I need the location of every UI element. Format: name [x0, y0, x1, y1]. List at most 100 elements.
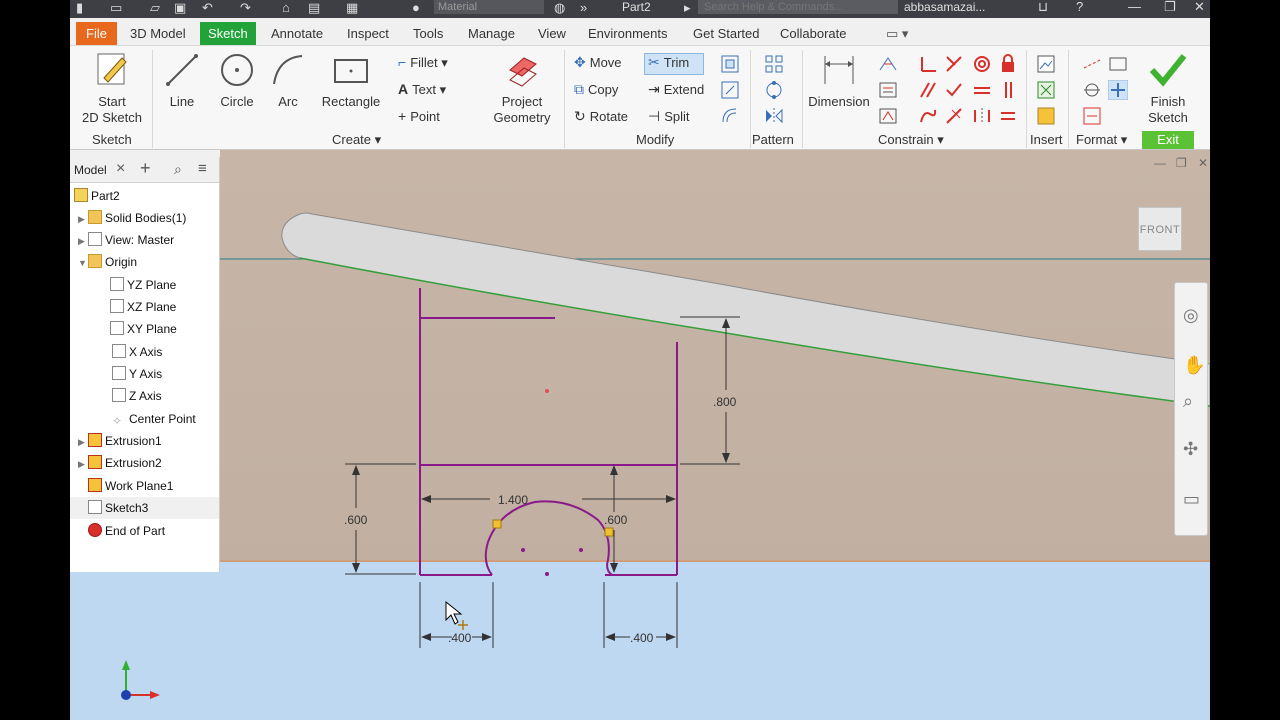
- tree-item-end-of-part[interactable]: End of Part: [78, 520, 165, 542]
- collinear-constraint-icon[interactable]: [944, 106, 964, 126]
- material-dropdown[interactable]: Material: [434, 0, 544, 14]
- viewport-minimize-icon[interactable]: —: [1154, 156, 1166, 170]
- add-icon[interactable]: +: [140, 158, 151, 179]
- tree-item-extrusion2[interactable]: ▶ Extrusion2: [78, 452, 162, 474]
- point-button[interactable]: + Point: [398, 108, 440, 125]
- acad-icon[interactable]: [1036, 106, 1056, 126]
- select-icon[interactable]: ▦: [346, 0, 358, 18]
- tree-item-solid-bodies[interactable]: ▶ Solid Bodies(1): [78, 207, 186, 229]
- rotate-button[interactable]: ↻ Rotate: [574, 108, 628, 125]
- dimension-bottom-right[interactable]: .400: [630, 631, 654, 645]
- fix-constraint-icon[interactable]: [998, 54, 1018, 74]
- panel-format[interactable]: Format ▾: [1076, 132, 1127, 148]
- open-file-icon[interactable]: ▱: [150, 0, 160, 18]
- orbit-icon[interactable]: ✣: [1183, 439, 1198, 460]
- sketch-point[interactable]: [545, 572, 549, 576]
- tab-file[interactable]: File: [76, 22, 117, 45]
- points-icon[interactable]: [1036, 80, 1056, 100]
- constraint-point[interactable]: [492, 519, 502, 529]
- fast-forward-icon[interactable]: »: [580, 0, 587, 18]
- viewport-close-icon[interactable]: ✕: [1198, 156, 1208, 170]
- rectangular-pattern-icon[interactable]: [764, 54, 784, 74]
- appearance-icon[interactable]: ◍: [554, 0, 565, 18]
- tree-item-center-point[interactable]: ✧ Center Point: [112, 408, 196, 430]
- split-button[interactable]: ⊣ Split: [648, 108, 690, 125]
- folder-icon[interactable]: ▤: [308, 0, 320, 18]
- offset-icon[interactable]: [720, 106, 740, 126]
- constraint-point[interactable]: [604, 527, 614, 537]
- circular-pattern-icon[interactable]: [764, 80, 784, 100]
- coincident-constraint-icon[interactable]: [944, 54, 964, 74]
- tree-item-origin[interactable]: ▼ Origin: [78, 251, 137, 273]
- mirror-icon[interactable]: [764, 106, 784, 126]
- rectangle-button[interactable]: Rectangle: [316, 50, 386, 110]
- sketch-canvas[interactable]: .800 1.400 .600 .600 .400 .400: [220, 150, 1210, 720]
- redo-icon[interactable]: ↷: [240, 0, 251, 18]
- copy-button[interactable]: ⧉ Copy: [574, 81, 618, 98]
- equal-constraint-icon[interactable]: [998, 106, 1018, 126]
- cart-icon[interactable]: ⊔: [1038, 0, 1048, 14]
- tab-3d-model[interactable]: 3D Model: [122, 22, 194, 45]
- ribbon-options-icon[interactable]: ▭ ▾: [878, 22, 916, 45]
- tab-get-started[interactable]: Get Started: [685, 22, 767, 45]
- viewcube[interactable]: FRONT: [1138, 207, 1182, 251]
- tree-item-part2[interactable]: Part2: [74, 185, 120, 207]
- smooth-constraint-icon[interactable]: [918, 106, 938, 126]
- tab-manage[interactable]: Manage: [460, 22, 523, 45]
- concentric-constraint-icon[interactable]: [972, 54, 992, 74]
- chevron-right-icon[interactable]: ▶: [78, 431, 88, 453]
- chevron-right-icon[interactable]: ▶: [78, 453, 88, 475]
- graphics-viewport[interactable]: .800 1.400 .600 .600 .400 .400: [220, 150, 1210, 720]
- dimension-width-overall[interactable]: 1.400: [498, 493, 528, 507]
- home-icon[interactable]: ⌂: [282, 0, 290, 18]
- parallel-constraint-icon[interactable]: [918, 80, 938, 100]
- circle-button[interactable]: Circle: [212, 50, 262, 110]
- construction-icon[interactable]: [1082, 54, 1102, 74]
- stretch-icon[interactable]: [720, 80, 740, 100]
- tab-inspect[interactable]: Inspect: [339, 22, 397, 45]
- tab-sketch[interactable]: Sketch: [200, 22, 256, 45]
- tab-tools[interactable]: Tools: [405, 22, 451, 45]
- chevron-right-icon[interactable]: ▶: [78, 208, 88, 230]
- dimension-button[interactable]: Dimension: [806, 50, 872, 110]
- look-at-icon[interactable]: ▭: [1183, 489, 1200, 510]
- app-logo-icon[interactable]: ▮: [76, 0, 83, 18]
- center-point-icon[interactable]: [1108, 80, 1128, 100]
- centerline-icon[interactable]: [1082, 80, 1102, 100]
- tree-item-yz-plane[interactable]: YZ Plane: [110, 274, 176, 296]
- auto-dimension-icon[interactable]: [878, 54, 898, 74]
- restore-icon[interactable]: ❐: [1164, 0, 1176, 14]
- dimension-height-top[interactable]: .800: [713, 395, 737, 409]
- browser-tab-model[interactable]: Model: [74, 163, 107, 177]
- chevron-down-icon[interactable]: ▼: [78, 252, 88, 274]
- symmetric-constraint-icon[interactable]: [972, 106, 992, 126]
- tree-item-z-axis[interactable]: Z Axis: [112, 385, 162, 407]
- move-button[interactable]: ✥ Move: [574, 54, 622, 71]
- tree-item-xz-plane[interactable]: XZ Plane: [110, 296, 176, 318]
- close-icon[interactable]: ✕: [1194, 0, 1205, 14]
- tree-item-work-plane1[interactable]: Work Plane1: [78, 475, 173, 497]
- dimension-height-right[interactable]: .600: [604, 513, 628, 527]
- tree-item-sketch3[interactable]: Sketch3: [70, 497, 219, 519]
- dimension-bottom-left[interactable]: .400: [448, 631, 472, 645]
- perpendicular-constraint-icon[interactable]: [918, 54, 938, 74]
- help-icon[interactable]: ?: [1076, 0, 1083, 14]
- save-icon[interactable]: ▣: [174, 0, 186, 18]
- chevron-right-icon[interactable]: ▶: [78, 230, 88, 252]
- material-icon[interactable]: ●: [412, 0, 420, 18]
- pan-icon[interactable]: ✋: [1183, 355, 1205, 376]
- steering-wheel-icon[interactable]: ◎: [1183, 305, 1199, 326]
- minimize-icon[interactable]: —: [1128, 0, 1141, 14]
- reference-icon[interactable]: [1108, 54, 1128, 74]
- dimension-height-left[interactable]: .600: [344, 513, 368, 527]
- horizontal-constraint-icon[interactable]: [972, 80, 992, 100]
- finish-sketch-button[interactable]: Finish Sketch: [1138, 50, 1198, 126]
- line-button[interactable]: Line: [158, 50, 206, 110]
- tangent-constraint-icon[interactable]: [944, 80, 964, 100]
- tab-collaborate[interactable]: Collaborate: [772, 22, 855, 45]
- user-account[interactable]: abbasamazai...: [904, 0, 985, 14]
- trim-button[interactable]: ✂ Trim: [648, 54, 689, 71]
- extend-button[interactable]: ⇥ Extend: [648, 81, 704, 98]
- constraint-settings-icon[interactable]: [878, 80, 898, 100]
- driven-dimension-icon[interactable]: [1082, 106, 1102, 126]
